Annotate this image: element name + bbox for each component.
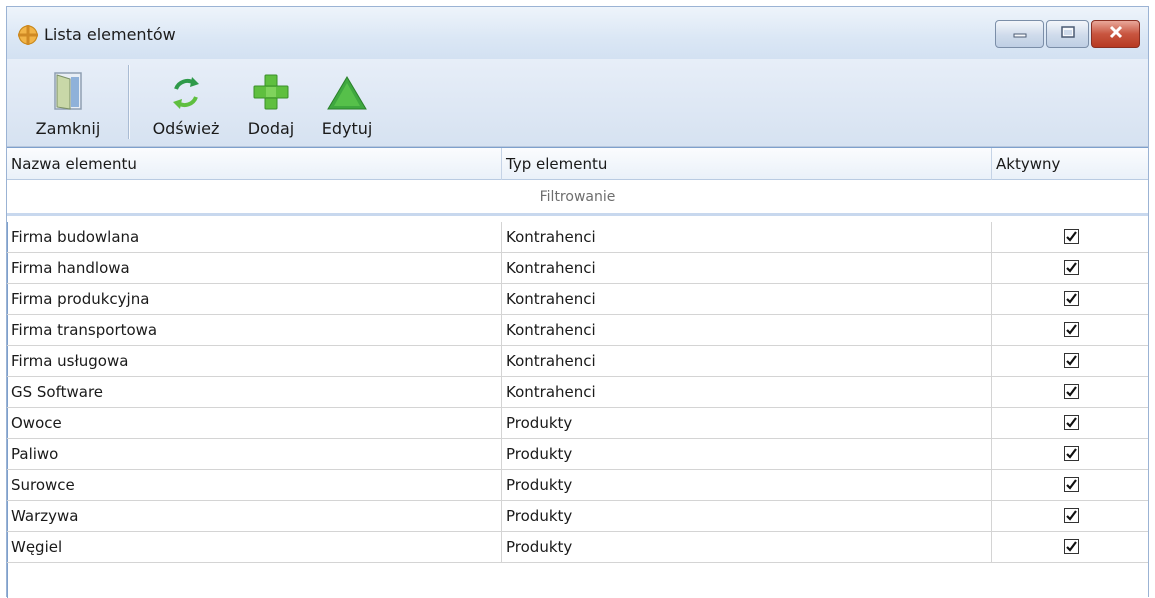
cell-active (991, 408, 1150, 438)
window-controls (995, 20, 1140, 48)
column-header-type[interactable]: Typ elementu (501, 148, 991, 180)
filter-row[interactable]: Filtrowanie (7, 180, 1148, 216)
active-checkbox[interactable] (1064, 353, 1079, 368)
grid-rows: Firma budowlana Kontrahenci Firma handlowa… (7, 222, 1148, 563)
cell-active (991, 222, 1150, 252)
cell-element-name[interactable]: GS Software (7, 377, 501, 407)
cell-active (991, 284, 1150, 314)
edit-button-label: Edytuj (321, 119, 373, 138)
minimize-icon (1012, 25, 1028, 43)
table-row[interactable]: Firma transportowa Kontrahenci (7, 315, 1148, 346)
cell-element-type[interactable]: Kontrahenci (501, 346, 991, 376)
table-row[interactable]: Firma usługowa Kontrahenci (7, 346, 1148, 377)
active-checkbox[interactable] (1064, 539, 1079, 554)
refresh-button[interactable]: Odśwież (143, 59, 229, 143)
window-title: Lista elementów (44, 25, 176, 44)
cell-element-type[interactable]: Kontrahenci (501, 284, 991, 314)
triangle-icon (326, 59, 368, 111)
door-icon (53, 59, 83, 111)
table-row[interactable]: Węgiel Produkty (7, 532, 1148, 563)
table-row[interactable]: Warzywa Produkty (7, 501, 1148, 532)
table-row[interactable]: Firma budowlana Kontrahenci (7, 222, 1148, 253)
app-window: Lista elementów Zamknij Odśwież Dodaj Ed… (6, 6, 1149, 598)
plus-icon (252, 59, 290, 111)
cell-element-name[interactable]: Firma produkcyjna (7, 284, 501, 314)
table-row[interactable]: GS Software Kontrahenci (7, 377, 1148, 408)
active-checkbox[interactable] (1064, 384, 1079, 399)
grid-header: Nazwa elementu Typ elementu Aktywny (7, 147, 1148, 180)
active-checkbox[interactable] (1064, 229, 1079, 244)
edit-button[interactable]: Edytuj (309, 59, 385, 143)
cell-element-name[interactable]: Firma usługowa (7, 346, 501, 376)
close-window-button[interactable] (1091, 20, 1140, 48)
refresh-button-label: Odśwież (152, 119, 220, 138)
cell-element-type[interactable]: Produkty (501, 470, 991, 500)
active-checkbox[interactable] (1064, 260, 1079, 275)
cell-element-name[interactable]: Węgiel (7, 532, 501, 562)
column-header-name[interactable]: Nazwa elementu (7, 148, 501, 180)
cell-active (991, 346, 1150, 376)
table-row[interactable]: Firma produkcyjna Kontrahenci (7, 284, 1148, 315)
active-checkbox[interactable] (1064, 291, 1079, 306)
table-row[interactable]: Firma handlowa Kontrahenci (7, 253, 1148, 284)
active-checkbox[interactable] (1064, 477, 1079, 492)
cell-active (991, 377, 1150, 407)
cell-element-type[interactable]: Kontrahenci (501, 253, 991, 283)
cell-element-type[interactable]: Kontrahenci (501, 377, 991, 407)
cell-active (991, 501, 1150, 531)
elements-grid: Nazwa elementu Typ elementu Aktywny Filt… (7, 147, 1148, 598)
table-row[interactable]: Surowce Produkty (7, 470, 1148, 501)
close-button[interactable]: Zamknij (25, 59, 111, 143)
cell-active (991, 315, 1150, 345)
cell-element-name[interactable]: Owoce (7, 408, 501, 438)
cell-element-type[interactable]: Produkty (501, 408, 991, 438)
cell-active (991, 253, 1150, 283)
maximize-button[interactable] (1046, 20, 1089, 48)
cell-active (991, 439, 1150, 469)
cell-element-name[interactable]: Firma handlowa (7, 253, 501, 283)
cell-element-type[interactable]: Produkty (501, 532, 991, 562)
table-row[interactable]: Owoce Produkty (7, 408, 1148, 439)
cell-element-type[interactable]: Produkty (501, 439, 991, 469)
active-checkbox[interactable] (1064, 322, 1079, 337)
cell-active (991, 470, 1150, 500)
refresh-icon (168, 59, 204, 111)
cell-element-type[interactable]: Kontrahenci (501, 222, 991, 252)
cell-element-name[interactable]: Firma transportowa (7, 315, 501, 345)
cell-element-name[interactable]: Warzywa (7, 501, 501, 531)
cell-element-type[interactable]: Kontrahenci (501, 315, 991, 345)
add-button[interactable]: Dodaj (239, 59, 303, 143)
cell-active (991, 532, 1150, 562)
column-header-active[interactable]: Aktywny (991, 148, 1150, 180)
minimize-button[interactable] (995, 20, 1044, 48)
active-checkbox[interactable] (1064, 508, 1079, 523)
maximize-icon (1060, 25, 1076, 43)
cell-element-name[interactable]: Firma budowlana (7, 222, 501, 252)
active-checkbox[interactable] (1064, 415, 1079, 430)
add-button-label: Dodaj (247, 119, 295, 138)
active-checkbox[interactable] (1064, 446, 1079, 461)
app-logo-icon (17, 24, 39, 46)
title-bar[interactable]: Lista elementów (7, 7, 1148, 59)
cell-element-type[interactable]: Produkty (501, 501, 991, 531)
cell-element-name[interactable]: Paliwo (7, 439, 501, 469)
toolbar: Zamknij Odśwież Dodaj Edytuj (7, 59, 1148, 147)
table-row[interactable]: Paliwo Produkty (7, 439, 1148, 470)
close-button-label: Zamknij (35, 119, 101, 138)
cell-element-name[interactable]: Surowce (7, 470, 501, 500)
close-icon (1108, 25, 1124, 43)
toolbar-separator (128, 65, 129, 139)
